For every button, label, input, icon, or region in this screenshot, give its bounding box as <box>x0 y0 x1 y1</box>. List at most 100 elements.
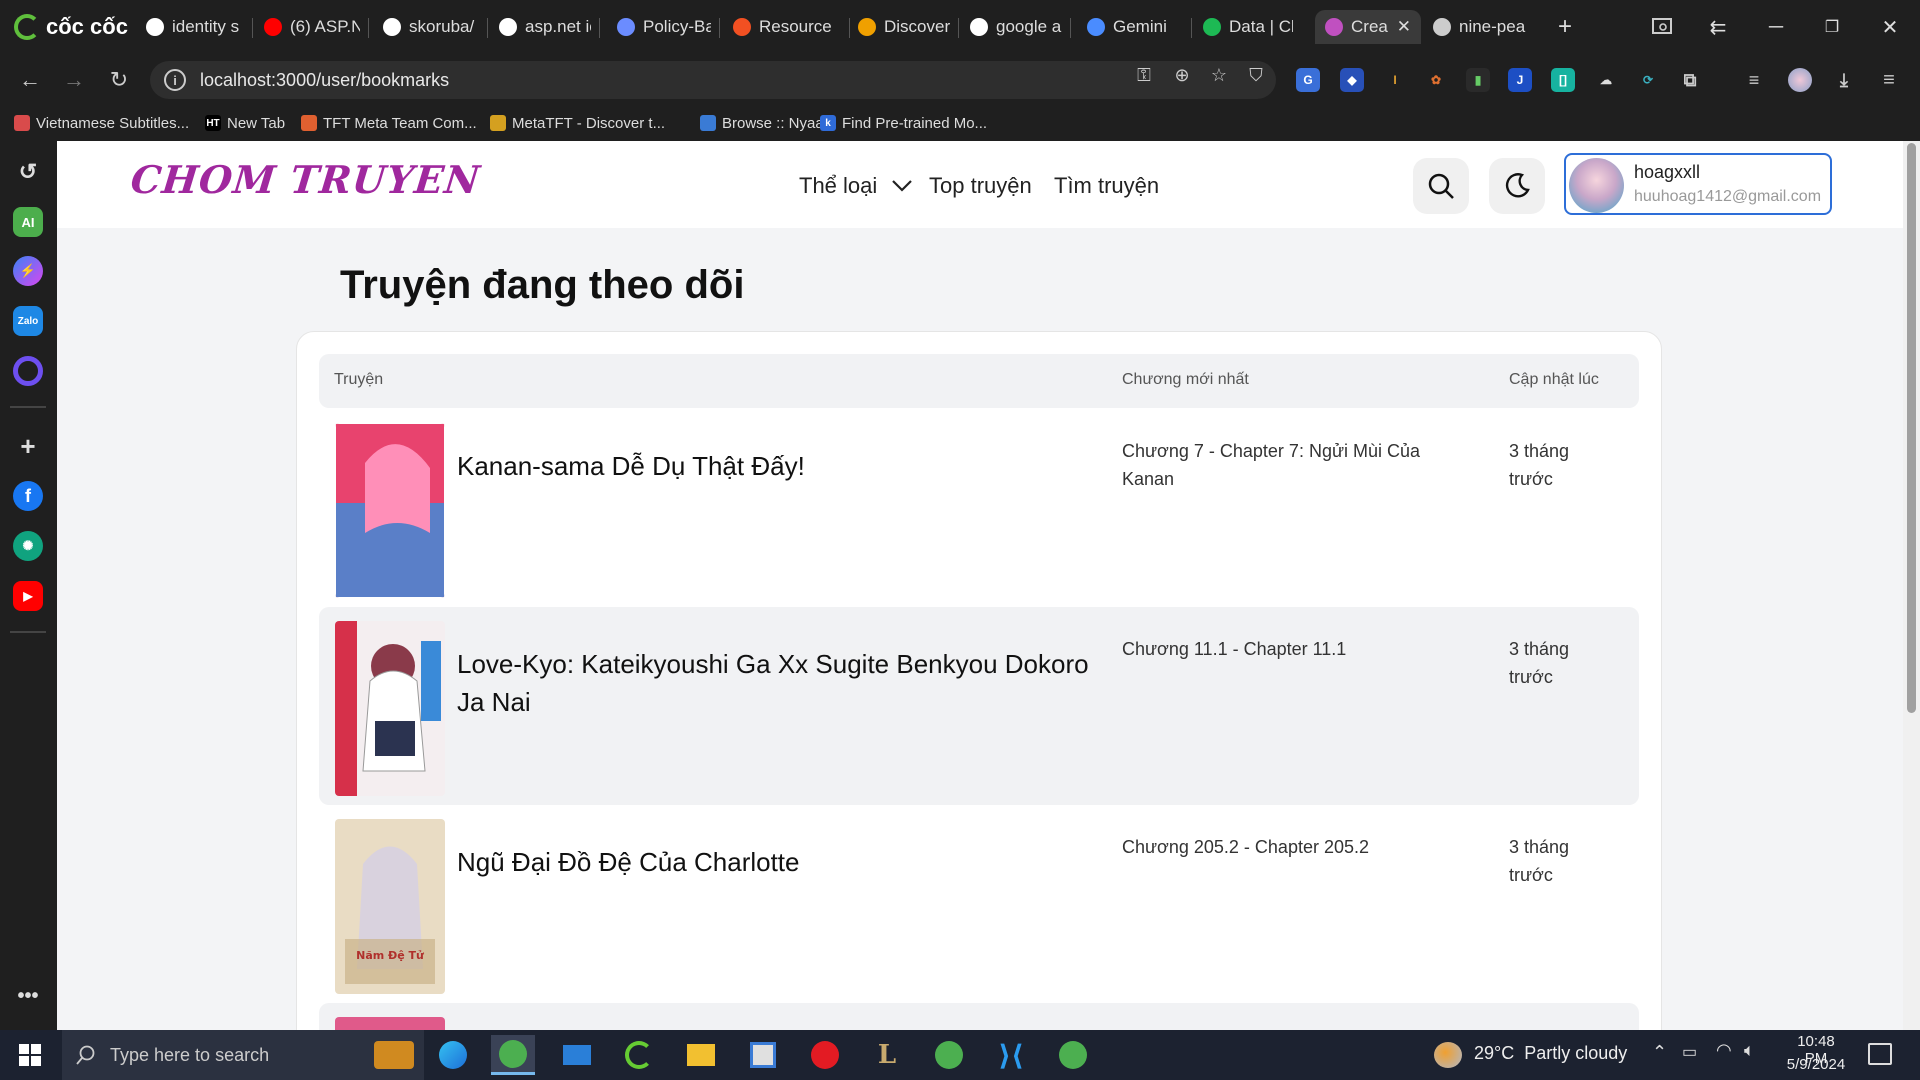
back-icon[interactable]: ← <box>13 63 47 97</box>
facebook-icon[interactable]: f <box>13 481 43 511</box>
chatgpt-icon[interactable]: ✺ <box>13 531 43 561</box>
reading-list-icon[interactable]: ≡ <box>1742 68 1766 92</box>
forward-icon[interactable]: → <box>57 63 91 97</box>
search-button[interactable] <box>1413 158 1469 214</box>
nav-search[interactable]: Tìm truyện <box>1054 173 1159 199</box>
youtube-icon[interactable]: ▶ <box>13 581 43 611</box>
weather-icon[interactable] <box>1434 1042 1462 1068</box>
ai-icon[interactable]: AI <box>13 207 43 237</box>
chevron-up-icon[interactable]: ⌃ <box>1652 1042 1667 1063</box>
reload-icon[interactable]: ↻ <box>102 63 136 97</box>
translate-ext-icon[interactable]: G <box>1296 68 1320 92</box>
tab-7[interactable]: google a <box>970 10 1062 44</box>
scrollbar-thumb[interactable] <box>1907 143 1916 713</box>
address-bar[interactable]: i localhost:3000/user/bookmarks <box>150 61 1276 99</box>
cloud-ext-icon[interactable]: ☁ <box>1594 68 1618 92</box>
volume-icon[interactable]: 🔈︎ <box>1744 1040 1755 1061</box>
close-tab-icon[interactable]: ✕ <box>1397 17 1411 37</box>
clock-date[interactable]: 5/9/2024 <box>1784 1056 1848 1073</box>
table-row[interactable]: Love-Kyo: Kateikyoushi Ga Xx Sugite Benk… <box>319 607 1639 805</box>
coccoc-logo[interactable]: cốc cốc <box>14 12 128 42</box>
tab-1[interactable]: (6) ASP.N <box>264 10 360 44</box>
snip-tool-icon[interactable] <box>741 1035 785 1075</box>
bitwarden-ext-icon[interactable]: ◆ <box>1340 68 1364 92</box>
messenger-icon[interactable]: ⚡ <box>13 256 43 286</box>
taskbar-search[interactable]: Type here to search <box>62 1030 424 1080</box>
restore-icon[interactable]: ❐ <box>1812 10 1852 44</box>
new-tab-icon[interactable]: + <box>1545 10 1585 44</box>
bookmark-item[interactable]: MetaTFT - Discover t... <box>490 111 665 135</box>
latest-chapter[interactable]: Chương 7 - Chapter 7: Ngửi Mùi Của Kanan <box>1122 437 1452 493</box>
tab-8[interactable]: Gemini <box>1087 10 1183 44</box>
bookmark-item[interactable]: k Find Pre-trained Mo... <box>820 111 987 135</box>
table-row[interactable]: Kanan-sama Dễ Dụ Thật Đấy! Chương 7 - Ch… <box>319 409 1639 607</box>
weather-text[interactable]: 29°C Partly cloudy <box>1474 1043 1627 1064</box>
nav-top[interactable]: Top truyện <box>929 173 1032 199</box>
profile-avatar-icon[interactable] <box>1788 68 1812 92</box>
table-row[interactable] <box>319 1003 1639 1030</box>
comic-title[interactable]: Kanan-sama Dễ Dụ Thật Đấy! <box>457 447 1097 485</box>
url-text[interactable]: localhost:3000/user/bookmarks <box>200 70 449 91</box>
comic-cover[interactable] <box>335 1017 445 1030</box>
comic-title[interactable]: Ngũ Đại Đồ Đệ Của Charlotte <box>457 843 1097 881</box>
comic-cover[interactable]: Năm Đệ Tử <box>335 819 445 994</box>
tab-2[interactable]: skoruba/ <box>383 10 479 44</box>
tab-10[interactable]: Crea ✕ <box>1315 10 1421 44</box>
coccoc-taskbar-icon[interactable] <box>491 1035 535 1075</box>
cookie-ext-icon[interactable]: ✿ <box>1424 68 1448 92</box>
close-window-icon[interactable]: ✕ <box>1870 10 1910 44</box>
latest-chapter[interactable]: Chương 11.1 - Chapter 11.1 <box>1122 635 1452 663</box>
minimize-icon[interactable]: ─ <box>1756 10 1796 44</box>
comic-cover[interactable] <box>335 621 445 796</box>
edge-icon[interactable] <box>431 1035 475 1075</box>
tab-11[interactable]: nine-pea <box>1433 10 1543 44</box>
tab-3[interactable]: asp.net ic <box>499 10 591 44</box>
tab-search-icon[interactable] <box>1642 10 1682 44</box>
coccoc-third-icon[interactable] <box>1051 1035 1095 1075</box>
windows-start-icon[interactable] <box>8 1035 52 1075</box>
cursor-ext-icon[interactable]: I <box>1383 68 1407 92</box>
tab-6[interactable]: Discover <box>858 10 950 44</box>
notification-icon[interactable] <box>1868 1043 1892 1065</box>
puzzle-ext-icon[interactable]: ⧉ <box>1678 68 1702 92</box>
battery-ext-icon[interactable]: ▮ <box>1466 68 1490 92</box>
back-history-icon[interactable]: ⇇ <box>1698 10 1738 44</box>
history-icon[interactable]: ↺ <box>13 157 43 187</box>
coccoc-profile-icon[interactable] <box>927 1035 971 1075</box>
league-icon[interactable]: L <box>865 1035 909 1075</box>
bookmark-item[interactable]: Vietnamese Subtitles... <box>14 111 189 135</box>
add-icon[interactable]: + <box>13 431 43 461</box>
comic-cover[interactable] <box>335 423 445 598</box>
page-scrollbar[interactable] <box>1903 141 1920 1030</box>
sync-ext-icon[interactable]: ⟳ <box>1636 68 1660 92</box>
tab-0[interactable]: identity s <box>146 10 244 44</box>
wifi-icon[interactable]: ◠ <box>1716 1040 1732 1061</box>
key-icon[interactable]: ⚿ <box>1131 63 1157 87</box>
download-icon[interactable]: ⤓ <box>1832 68 1856 92</box>
site-info-icon[interactable]: i <box>164 69 186 91</box>
shield-icon[interactable]: ⛉ <box>1243 63 1269 87</box>
mail-icon[interactable] <box>555 1035 599 1075</box>
table-row[interactable]: Năm Đệ Tử Ngũ Đại Đồ Đệ Của Charlotte Ch… <box>319 805 1639 1003</box>
q-app-icon[interactable] <box>13 356 43 386</box>
site-logo[interactable]: CHOM TRUYEN <box>129 157 483 202</box>
coccoc-alt-icon[interactable] <box>617 1035 661 1075</box>
tab-4[interactable]: Policy-Ba <box>617 10 711 44</box>
bracket-ext-icon[interactable]: [] <box>1551 68 1575 92</box>
bookmark-star-icon[interactable]: ☆ <box>1206 63 1232 87</box>
nav-genre[interactable]: Thể loại <box>799 173 913 199</box>
zoom-icon[interactable]: ⊕ <box>1169 63 1195 87</box>
tab-9[interactable]: Data | Cl <box>1203 10 1293 44</box>
more-icon[interactable]: ••• <box>13 981 43 1011</box>
zalo-icon[interactable]: Zalo <box>13 306 43 336</box>
comic-title[interactable]: Love-Kyo: Kateikyoushi Ga Xx Sugite Benk… <box>457 645 1097 721</box>
bookmark-item[interactable]: HT New Tab <box>205 111 285 135</box>
red-app-icon[interactable] <box>803 1035 847 1075</box>
menu-icon[interactable]: ≡ <box>1877 68 1901 92</box>
latest-chapter[interactable]: Chương 205.2 - Chapter 205.2 <box>1122 833 1452 861</box>
tab-5[interactable]: Resource <box>733 10 841 44</box>
user-profile-button[interactable]: hoagxxll huuhoag1412@gmail.com <box>1564 153 1832 215</box>
file-explorer-icon[interactable] <box>679 1035 723 1075</box>
vscode-icon[interactable]: ⟩⟨ <box>989 1035 1033 1075</box>
bookmark-item[interactable]: Browse :: Nyaa <box>700 111 824 135</box>
